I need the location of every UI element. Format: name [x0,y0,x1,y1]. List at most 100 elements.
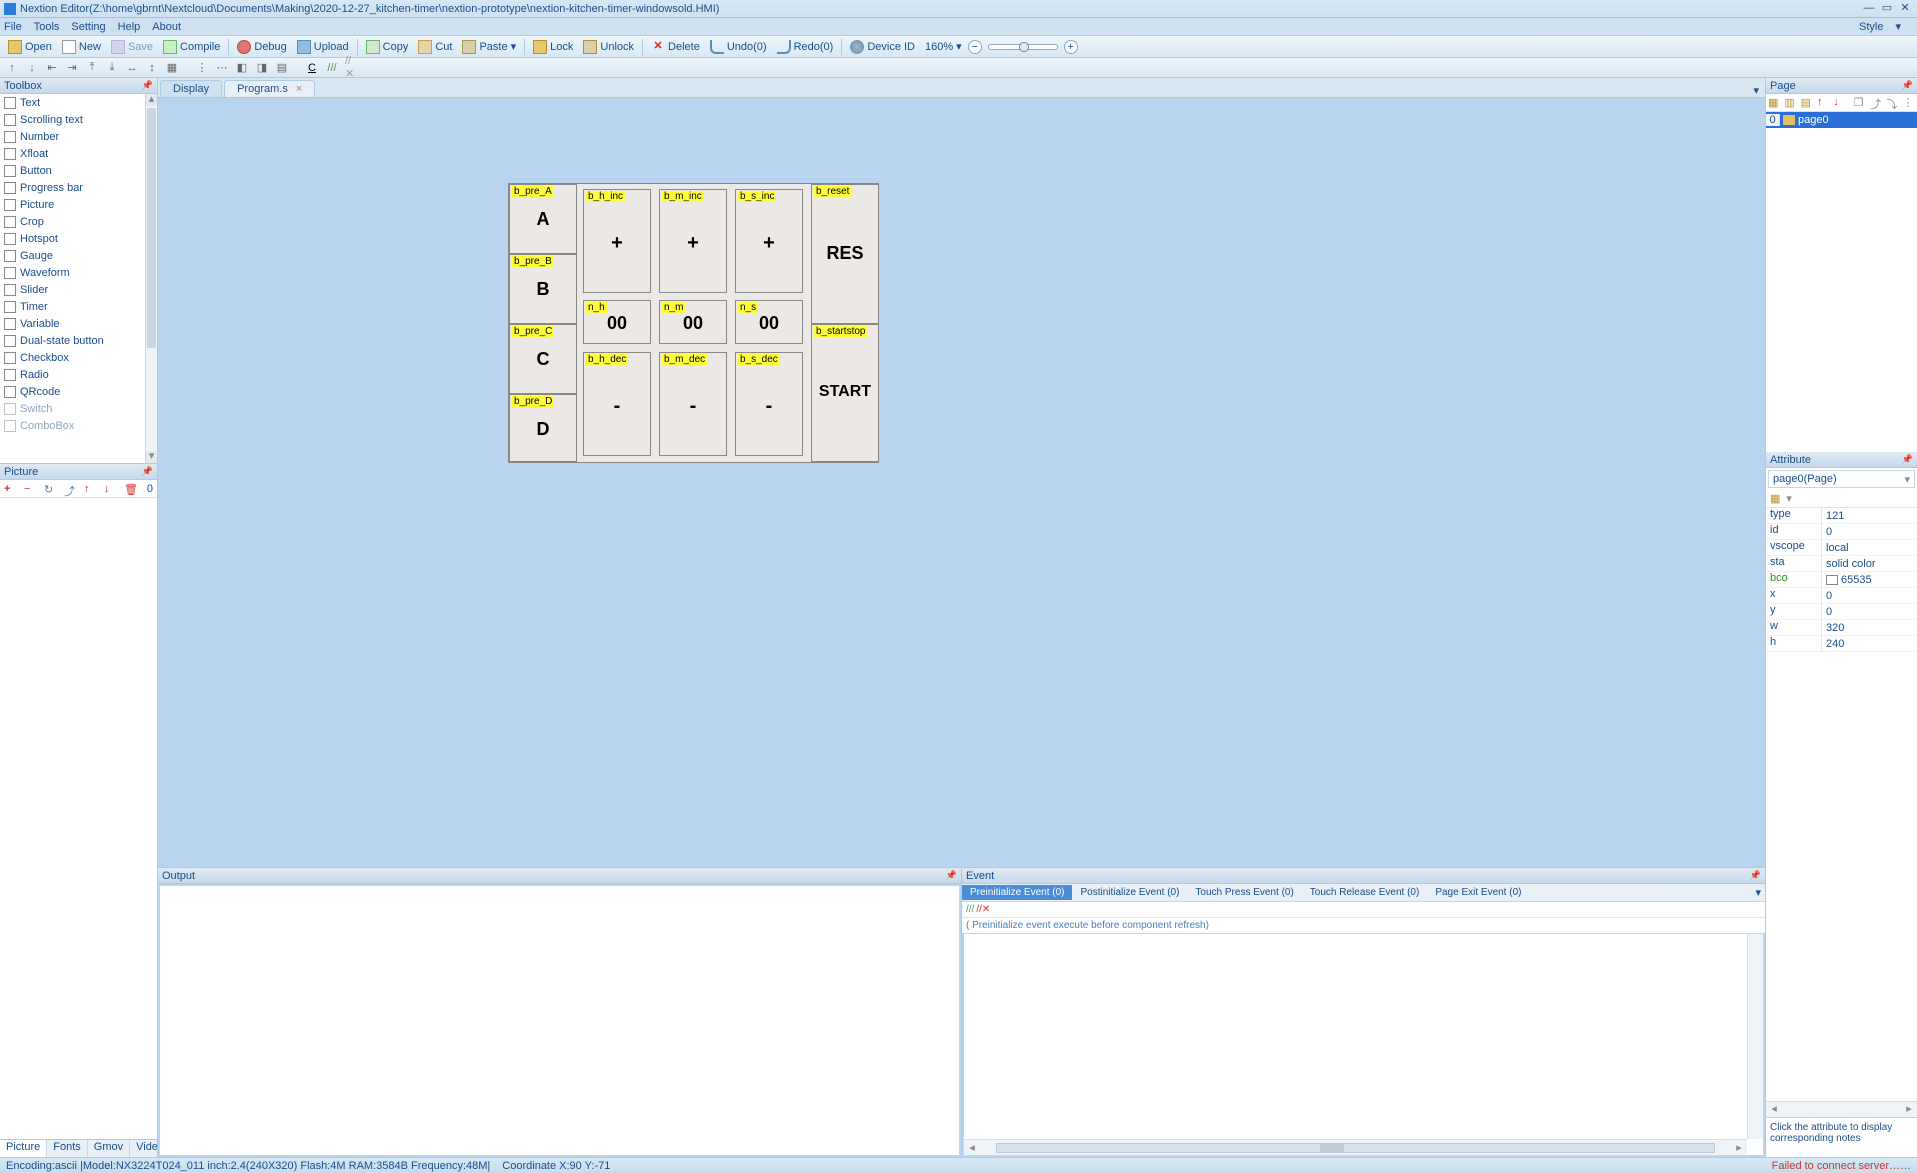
left-tab[interactable]: Gmov [88,1140,130,1157]
toolbox-item[interactable]: Radio [0,366,145,383]
page-up-icon[interactable]: ↑ [1817,96,1829,110]
dist-h-icon[interactable]: ⋮ [194,60,210,76]
toolbox-item[interactable]: Dual-state button [0,332,145,349]
toolbox-item[interactable]: Number [0,128,145,145]
arrow-down-icon[interactable]: ↓ [24,60,40,76]
menu-file[interactable]: File [4,21,22,33]
comp-b-startstop[interactable]: b_startstopSTART [811,324,879,462]
same-height-icon[interactable]: ↕ [144,60,160,76]
comp-b-reset[interactable]: b_resetRES [811,184,879,324]
picture-down-icon[interactable]: ↓ [104,483,116,495]
toolbox-item[interactable]: Waveform [0,264,145,281]
pin-icon[interactable]: 📌 [946,870,957,881]
page-more-icon[interactable]: ⋮ [1903,96,1915,110]
menu-style[interactable]: Style▾ [1859,20,1901,33]
attr-sort-icon[interactable]: ▾ [1786,492,1792,505]
redo-button[interactable]: Redo(0) [773,39,838,55]
event-scrollbar-h[interactable]: ◂▸ [964,1139,1747,1155]
menu-help[interactable]: Help [118,21,141,33]
page-add-icon[interactable]: ▦ [1768,96,1780,110]
align-bottom-icon[interactable]: ⤓ [104,60,120,76]
page-lock-icon[interactable]: ⤵ [1886,96,1898,110]
same-width-icon[interactable]: ↔ [124,60,140,76]
comp-b-pre-d[interactable]: b_pre_DD [509,394,577,462]
open-button[interactable]: Open [4,39,56,55]
attribute-row[interactable]: bco65535 [1766,572,1917,588]
attribute-row[interactable]: h240 [1766,636,1917,652]
copy-button[interactable]: Copy [362,39,413,55]
attribute-row[interactable]: vscopelocal [1766,540,1917,556]
page-down-icon[interactable]: ↓ [1833,96,1845,110]
tab-programs[interactable]: Program.s× [224,80,315,97]
event-editor[interactable]: ◂▸ [963,933,1764,1156]
toolbox-item[interactable]: Crop [0,213,145,230]
comp-b-pre-b[interactable]: b_pre_BB [509,254,577,324]
tab-display[interactable]: Display [160,80,222,97]
page-insert-icon[interactable]: ▥ [1784,96,1796,110]
attribute-row[interactable]: w320 [1766,620,1917,636]
attribute-row[interactable]: x0 [1766,588,1917,604]
attr-value[interactable]: 0 [1822,524,1917,539]
page-del-icon[interactable]: ▤ [1801,96,1813,110]
toolbox-item[interactable]: ComboBox [0,417,145,434]
event-tab[interactable]: Postinitialize Event (0) [1072,885,1187,900]
unlock-button[interactable]: Unlock [579,39,638,55]
page-copy-icon[interactable]: ❐ [1854,96,1866,110]
attribute-row[interactable]: type121 [1766,508,1917,524]
event-tabs-menu-icon[interactable]: ▾ [1755,886,1761,899]
page-export-icon[interactable]: ⤴ [1870,96,1882,110]
device-id-button[interactable]: Device ID [846,39,919,55]
comp-n-h[interactable]: n_h00 [583,300,651,344]
attr-value[interactable]: 121 [1822,508,1917,523]
pin-icon[interactable]: 📌 [1750,870,1761,881]
zoom-out-button[interactable]: − [968,40,982,54]
grid-icon[interactable]: ▤ [274,60,290,76]
zoom-in-button[interactable]: + [1064,40,1078,54]
minimize-button[interactable]: — [1861,2,1877,16]
attr-categorize-icon[interactable]: ▦ [1770,492,1780,505]
comp-b-h-inc[interactable]: b_h_inc+ [583,189,651,293]
toolbox-item[interactable]: Button [0,162,145,179]
pin-icon[interactable]: 📌 [142,80,153,91]
menu-tools[interactable]: Tools [34,21,60,33]
undo-button[interactable]: Undo(0) [706,39,771,55]
toolbox-item[interactable]: Gauge [0,247,145,264]
upload-button[interactable]: Upload [293,39,353,55]
attr-value[interactable]: 320 [1822,620,1917,635]
toolbox-item[interactable]: Variable [0,315,145,332]
canvas-area[interactable]: b_pre_AA b_pre_BB b_pre_CC b_pre_DD b_h_… [158,98,1765,867]
comp-b-m-dec[interactable]: b_m_dec- [659,352,727,456]
send-back-icon[interactable]: ◨ [254,60,270,76]
uncomment-icon[interactable]: //✕ [344,60,360,76]
toolbox-scrollbar[interactable]: ▴ ▾ [145,94,157,463]
attr-value[interactable]: 240 [1822,636,1917,651]
toolbox-item[interactable]: Xfloat [0,145,145,162]
lock-button[interactable]: Lock [529,39,577,55]
zoom-slider[interactable] [988,44,1058,50]
uncomment-icon[interactable]: //✕ [976,904,990,915]
toolbox-item[interactable]: Hotspot [0,230,145,247]
comment-icon[interactable]: /// [324,60,340,76]
align-right-icon[interactable]: ⇥ [64,60,80,76]
event-tab[interactable]: Touch Press Event (0) [1187,885,1301,900]
toolbox-item[interactable]: Picture [0,196,145,213]
comp-n-m[interactable]: n_m00 [659,300,727,344]
comment-icon[interactable]: /// [966,904,974,915]
toolbox-item[interactable]: Checkbox [0,349,145,366]
align-top-icon[interactable]: ⤒ [84,60,100,76]
close-button[interactable]: ✕ [1897,2,1913,16]
attr-value[interactable]: solid color [1822,556,1917,571]
menu-about[interactable]: About [152,21,181,33]
left-tab[interactable]: Fonts [47,1140,88,1157]
event-tab[interactable]: Preinitialize Event (0) [962,885,1072,900]
comp-n-s[interactable]: n_s00 [735,300,803,344]
page-item[interactable]: 0page0 [1766,112,1917,128]
toolbox-item[interactable]: Text [0,94,145,111]
picture-delete-icon[interactable]: 🗑 [124,483,136,495]
new-button[interactable]: New [58,39,105,55]
compile-button[interactable]: Compile [159,39,224,55]
debug-button[interactable]: Debug [233,39,290,55]
align-left-icon[interactable]: ⇤ [44,60,60,76]
toolbox-item[interactable]: Timer [0,298,145,315]
picture-up-icon[interactable]: ↑ [84,483,96,495]
